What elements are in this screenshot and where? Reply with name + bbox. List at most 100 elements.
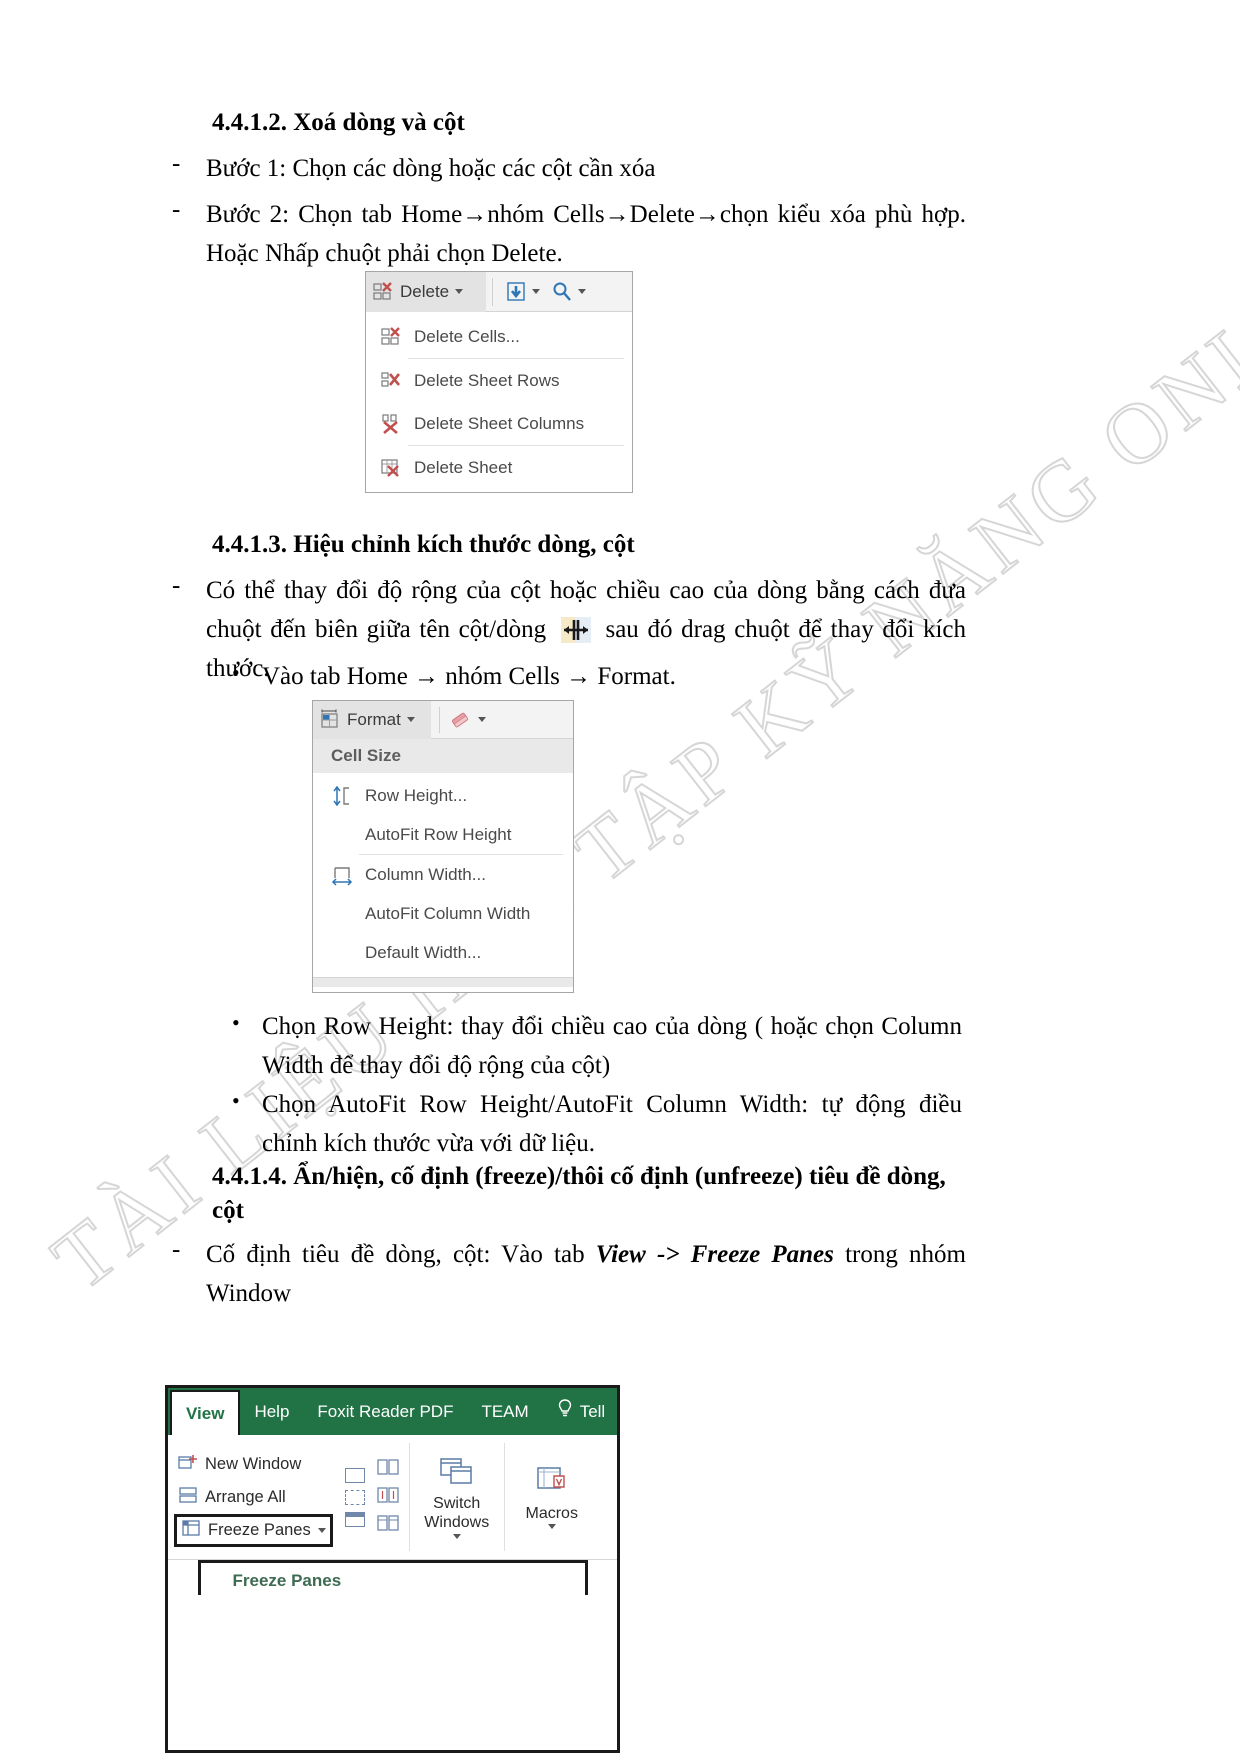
format-toolbar: Format xyxy=(313,700,573,739)
column-resize-cursor-icon xyxy=(560,616,591,643)
figure-delete-menu: Delete Delete Cells... Delete Sheet Rows… xyxy=(365,271,633,493)
delete-button[interactable]: Delete xyxy=(366,271,486,312)
ribbon-tab-row: View Help Foxit Reader PDF TEAM Tell xyxy=(168,1388,617,1435)
autofit-explanation: Chọn AutoFit Row Height/AutoFit Column W… xyxy=(262,1091,962,1157)
figure-format-menu: Format Cell Size Row Height... AutoFit R… xyxy=(312,700,574,993)
tab-foxit-reader-pdf[interactable]: Foxit Reader PDF xyxy=(303,1388,467,1435)
ribbon-body: New Window Arrange All Freeze Panes Swit… xyxy=(168,1435,617,1560)
menu-item-label: Delete Sheet xyxy=(414,457,513,477)
row-height-icon xyxy=(325,785,359,807)
tab-help[interactable]: Help xyxy=(240,1388,303,1435)
delete-menu-list: Delete Cells... Delete Sheet Rows Delete… xyxy=(366,312,632,492)
step-2-text: Bước 2: Chọn tab Home→nhóm Cells→Delete→… xyxy=(206,201,966,267)
menu-item-label: Delete Sheet Rows xyxy=(414,370,560,390)
delete-cells-icon xyxy=(372,281,394,303)
ribbon-group-divider xyxy=(408,1443,410,1551)
step-1-text: Bước 1: Chọn các dòng hoặc các cột cần x… xyxy=(206,155,656,182)
synchronous-scrolling-icon[interactable] xyxy=(377,1486,399,1508)
freeze-instruction: Cố định tiêu đề dòng, cột: Vào tab View … xyxy=(206,1236,966,1314)
heading-4-4-1-3: 4.4.1.3. Hiệu chỉnh kích thước dòng, cột xyxy=(212,531,635,558)
chevron-down-icon[interactable] xyxy=(317,1527,326,1533)
list-marker-bullet: • xyxy=(232,1088,240,1113)
format-button-label: Format xyxy=(347,709,401,729)
format-button[interactable]: Format xyxy=(313,700,431,739)
ribbon-freeze-panes[interactable]: Freeze Panes xyxy=(174,1513,333,1547)
menu-item-autofit-column-width[interactable]: AutoFit Column Width xyxy=(313,894,573,933)
heading-4-4-1-2: 4.4.1.2. Xoá dòng và cột xyxy=(212,109,465,136)
menu-item-label: Delete Sheet Columns xyxy=(414,413,585,433)
switch-windows-label-1: Switch xyxy=(433,1495,481,1513)
group-header-cell-size: Cell Size xyxy=(313,739,573,773)
list-marker-dash: - xyxy=(172,1236,181,1263)
chevron-down-icon[interactable] xyxy=(455,289,464,294)
freeze-panes-dropdown: Freeze Panes xyxy=(197,1560,588,1595)
hide-icon[interactable] xyxy=(344,1489,365,1505)
macros-label: Macros xyxy=(525,1504,578,1522)
list-marker-dash: - xyxy=(172,150,181,177)
format-menu-list: Row Height... AutoFit Row Height Column … xyxy=(313,773,573,975)
delete-button-label: Delete xyxy=(400,281,450,301)
document-page: TÀI LIỆU HỌC TẬP KỸ NĂNG ONLINE 4.4.1.2.… xyxy=(0,0,1240,1753)
menu-item-row-height[interactable]: Row Height... xyxy=(313,776,573,815)
chevron-down-icon[interactable] xyxy=(532,289,540,294)
menu-item-label: AutoFit Row Height xyxy=(365,824,512,844)
tab-foxit-label: Foxit Reader PDF xyxy=(317,1401,454,1421)
menu-footer-strip xyxy=(313,977,573,987)
menu-item-label: Row Height... xyxy=(365,785,468,805)
ribbon-new-window-label: New Window xyxy=(205,1454,302,1473)
list-marker-bullet: • xyxy=(232,1010,240,1035)
menu-item-label: Default Width... xyxy=(365,942,482,962)
delete-cells-icon xyxy=(374,326,408,348)
menu-item-autofit-row-height[interactable]: AutoFit Row Height xyxy=(313,815,573,854)
menu-item-delete-cells[interactable]: Delete Cells... xyxy=(366,315,632,358)
delete-sheet-icon xyxy=(374,457,408,479)
split-icon[interactable] xyxy=(344,1467,365,1483)
find-select-icon[interactable] xyxy=(545,280,591,304)
macros-icon xyxy=(532,1465,572,1504)
figure-view-ribbon: View Help Foxit Reader PDF TEAM Tell New… xyxy=(165,1385,620,1753)
reset-window-position-icon[interactable] xyxy=(377,1514,399,1536)
list-marker-dash: - xyxy=(172,196,181,223)
menu-item-column-width[interactable]: Column Width... xyxy=(313,855,573,894)
new-window-icon xyxy=(178,1453,198,1476)
fill-down-icon[interactable] xyxy=(499,280,545,304)
menu-item-delete-sheet[interactable]: Delete Sheet xyxy=(366,446,632,489)
chevron-down-icon[interactable] xyxy=(478,717,486,722)
tab-help-label: Help xyxy=(254,1401,290,1421)
chevron-down-icon[interactable] xyxy=(406,717,415,722)
chevron-down-icon[interactable] xyxy=(578,289,586,294)
heading-4-4-1-4: 4.4.1.4. Ẩn/hiện, cố định (freeze)/thôi … xyxy=(212,1163,946,1224)
freeze-instruction-a: Cố định tiêu đề dòng, cột: Vào tab xyxy=(206,1241,596,1268)
ribbon-new-window[interactable]: New Window xyxy=(174,1448,333,1481)
clear-eraser-icon[interactable] xyxy=(448,708,486,732)
switch-windows-label-2: Windows xyxy=(424,1514,490,1531)
ribbon-macros[interactable]: Macros xyxy=(509,1435,595,1559)
format-path-text: Vào tab Home → nhóm Cells → Format. xyxy=(262,663,676,690)
freeze-instruction-emphasis: View -> Freeze Panes xyxy=(595,1241,834,1268)
row-height-explanation: Chọn Row Height: thay đổi chiều cao của … xyxy=(262,1013,962,1079)
ribbon-arrange-all[interactable]: Arrange All xyxy=(174,1481,333,1514)
view-side-by-side-icon[interactable] xyxy=(377,1458,399,1480)
tab-view[interactable]: View xyxy=(170,1390,241,1435)
chevron-down-icon[interactable] xyxy=(452,1533,461,1539)
freeze-panes-icon xyxy=(181,1519,201,1542)
toolbar-divider xyxy=(492,277,493,306)
menu-item-default-width[interactable]: Default Width... xyxy=(313,933,573,972)
tab-tell-me[interactable]: Tell xyxy=(543,1388,620,1435)
ribbon-arrange-all-label: Arrange All xyxy=(205,1487,286,1506)
list-marker-dash: - xyxy=(172,572,181,599)
tab-tell-label: Tell xyxy=(579,1401,606,1421)
chevron-down-icon[interactable] xyxy=(547,1524,556,1530)
menu-item-delete-sheet-rows[interactable]: Delete Sheet Rows xyxy=(366,359,632,402)
freeze-panes-dropdown-title: Freeze Panes xyxy=(232,1571,342,1590)
tab-team-label: TEAM xyxy=(481,1401,529,1421)
column-width-icon xyxy=(325,864,359,886)
ribbon-switch-windows[interactable]: Switch Windows xyxy=(414,1435,500,1559)
unhide-icon[interactable] xyxy=(344,1511,365,1527)
menu-item-delete-sheet-columns[interactable]: Delete Sheet Columns xyxy=(366,402,632,445)
list-marker-bullet: • xyxy=(232,660,240,685)
format-cells-icon xyxy=(319,709,341,731)
menu-item-label: AutoFit Column Width xyxy=(365,903,531,923)
ribbon-freeze-panes-label: Freeze Panes xyxy=(208,1520,311,1539)
tab-team[interactable]: TEAM xyxy=(467,1388,542,1435)
